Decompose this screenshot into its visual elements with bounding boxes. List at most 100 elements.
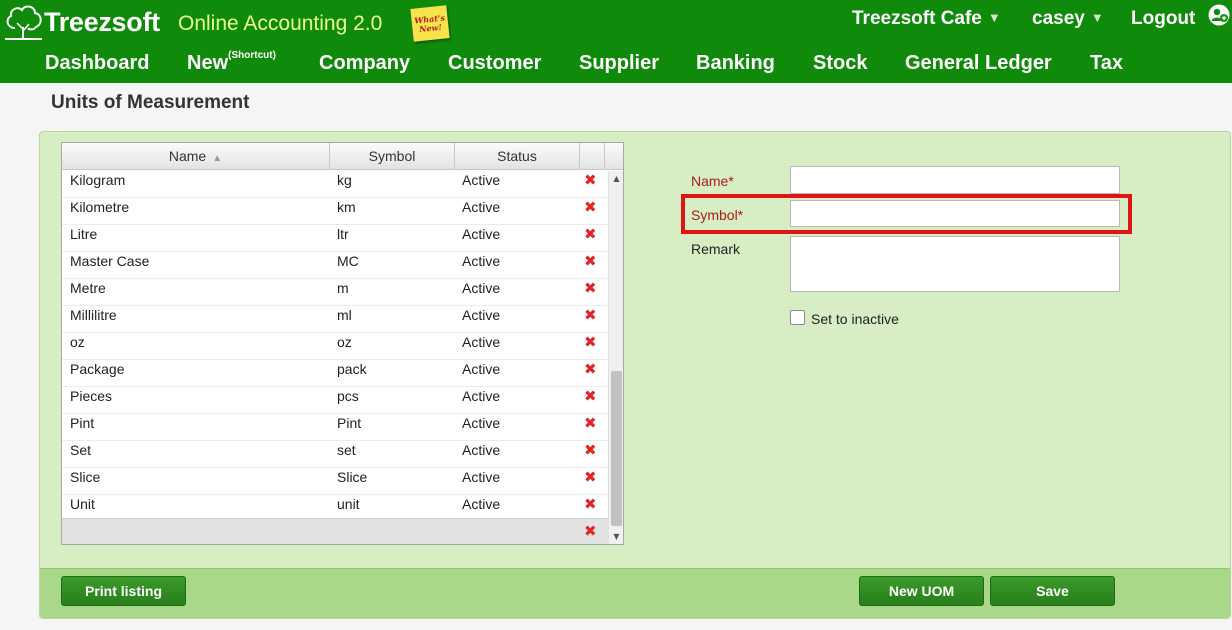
remark-textarea[interactable] xyxy=(790,236,1120,292)
cell-status: Active xyxy=(462,334,501,350)
delete-icon[interactable]: ✖ xyxy=(584,362,597,377)
table-row[interactable]: Kilogram kg Active ✖ xyxy=(62,171,608,198)
delete-icon[interactable]: ✖ xyxy=(584,524,597,539)
delete-icon[interactable]: ✖ xyxy=(584,389,597,404)
cell-name: Slice xyxy=(70,469,101,485)
chevron-down-icon: ▼ xyxy=(1090,10,1104,25)
delete-icon[interactable]: ✖ xyxy=(584,227,597,242)
main-nav: Dashboard New(Shortcut) Company Customer… xyxy=(0,50,1232,83)
company-switcher[interactable]: Treezsoft Cafe ▼ xyxy=(852,8,1001,30)
company-name: Treezsoft Cafe xyxy=(852,8,982,29)
delete-icon[interactable]: ✖ xyxy=(584,281,597,296)
table-row[interactable]: oz oz Active ✖ xyxy=(62,333,608,360)
grid-new-row[interactable]: ✖ xyxy=(62,518,608,544)
cell-symbol: kg xyxy=(337,172,352,188)
nav-general-ledger[interactable]: General Ledger xyxy=(905,52,1052,75)
cell-status: Active xyxy=(462,172,501,188)
table-row[interactable]: Metre m Active ✖ xyxy=(62,279,608,306)
tree-logo-icon xyxy=(5,5,42,40)
table-row[interactable]: Millilitre ml Active ✖ xyxy=(62,306,608,333)
column-header-name[interactable]: Name ▲ xyxy=(62,143,330,170)
cell-status: Active xyxy=(462,415,501,431)
cell-symbol: MC xyxy=(337,253,359,269)
cell-status: Active xyxy=(462,280,501,296)
cell-symbol: m xyxy=(337,280,349,296)
top-header: Treezsoft Online Accounting 2.0 What's N… xyxy=(0,0,1232,83)
set-inactive-label[interactable]: Set to inactive xyxy=(811,311,899,327)
save-button[interactable]: Save xyxy=(990,576,1115,606)
grid-scrollbar[interactable]: ▲ ▼ xyxy=(608,171,623,544)
name-input[interactable] xyxy=(790,166,1120,194)
scroll-up-icon[interactable]: ▲ xyxy=(609,173,623,185)
cell-status: Active xyxy=(462,199,501,215)
cell-symbol: pack xyxy=(337,361,367,377)
whats-new-sticky-note[interactable]: What's New! xyxy=(410,5,450,42)
nav-new-sup: (Shortcut) xyxy=(228,50,276,62)
cell-status: Active xyxy=(462,307,501,323)
nav-customer[interactable]: Customer xyxy=(448,52,541,75)
delete-icon[interactable]: ✖ xyxy=(584,254,597,269)
cell-name: Metre xyxy=(70,280,106,296)
table-row[interactable]: Package pack Active ✖ xyxy=(62,360,608,387)
nav-supplier[interactable]: Supplier xyxy=(579,52,659,75)
cell-symbol: Slice xyxy=(337,469,368,485)
grid-rows: Kilogram kg Active ✖ Kilometre km Active ✖ Lit… xyxy=(62,171,608,522)
delete-icon[interactable]: ✖ xyxy=(584,443,597,458)
cell-name: Master Case xyxy=(70,253,150,269)
scroll-down-icon[interactable]: ▼ xyxy=(609,531,623,543)
cell-name: Pint xyxy=(70,415,95,431)
delete-icon[interactable]: ✖ xyxy=(584,335,597,350)
cell-symbol: set xyxy=(337,442,356,458)
delete-icon[interactable]: ✖ xyxy=(584,308,597,323)
column-name-label: Name xyxy=(168,148,207,164)
nav-stock[interactable]: Stock xyxy=(813,52,867,75)
cell-name: Millilitre xyxy=(70,307,117,323)
product-name: Online Accounting 2.0 xyxy=(178,12,383,35)
nav-banking[interactable]: Banking xyxy=(696,52,775,75)
remark-label: Remark xyxy=(691,241,741,257)
cell-symbol: pcs xyxy=(337,388,359,404)
column-header-status[interactable]: Status xyxy=(455,143,580,170)
table-row[interactable]: Litre ltr Active ✖ xyxy=(62,225,608,252)
scrollbar-thumb[interactable] xyxy=(611,371,622,526)
delete-icon[interactable]: ✖ xyxy=(584,470,597,485)
nav-tax[interactable]: Tax xyxy=(1090,52,1123,75)
column-header-symbol[interactable]: Symbol xyxy=(330,143,455,170)
nav-new-shortcut[interactable]: New(Shortcut) xyxy=(187,50,276,75)
table-row[interactable]: Set set Active ✖ xyxy=(62,441,608,468)
treezsoft-logo[interactable]: Treezsoft xyxy=(2,3,160,41)
column-header-actions xyxy=(580,143,605,170)
delete-icon[interactable]: ✖ xyxy=(584,416,597,431)
delete-icon[interactable]: ✖ xyxy=(584,200,597,215)
symbol-input[interactable] xyxy=(790,200,1120,227)
table-row[interactable]: Pint Pint Active ✖ xyxy=(62,414,608,441)
symbol-label: Symbol* xyxy=(691,207,744,223)
cell-status: Active xyxy=(462,361,501,377)
cell-status: Active xyxy=(462,226,501,242)
cell-name: Litre xyxy=(70,226,98,242)
cell-status: Active xyxy=(462,469,501,485)
cell-status: Active xyxy=(462,388,501,404)
cell-name: Kilometre xyxy=(70,199,130,215)
cell-symbol: Pint xyxy=(337,415,362,431)
delete-icon[interactable]: ✖ xyxy=(584,497,597,512)
cell-name: Pieces xyxy=(70,388,113,404)
new-uom-button[interactable]: New UOM xyxy=(859,576,984,606)
set-inactive-checkbox[interactable] xyxy=(790,310,805,325)
cell-symbol: ml xyxy=(337,307,352,323)
table-row[interactable]: Pieces pcs Active ✖ xyxy=(62,387,608,414)
logout-link[interactable]: Logout xyxy=(1131,8,1195,30)
cell-symbol: km xyxy=(337,199,356,215)
nav-dashboard[interactable]: Dashboard xyxy=(45,52,149,75)
user-menu[interactable]: casey ▼ xyxy=(1032,8,1104,30)
cell-name: Package xyxy=(70,361,125,377)
grid-header: Name ▲ Symbol Status xyxy=(62,143,623,170)
print-listing-button[interactable]: Print listing xyxy=(61,576,186,606)
add-user-icon[interactable] xyxy=(1208,4,1230,26)
nav-company[interactable]: Company xyxy=(319,52,410,75)
table-row[interactable]: Slice Slice Active ✖ xyxy=(62,468,608,495)
table-row[interactable]: Master Case MC Active ✖ xyxy=(62,252,608,279)
table-row[interactable]: Kilometre km Active ✖ xyxy=(62,198,608,225)
name-label: Name* xyxy=(691,173,734,189)
delete-icon[interactable]: ✖ xyxy=(584,173,597,188)
